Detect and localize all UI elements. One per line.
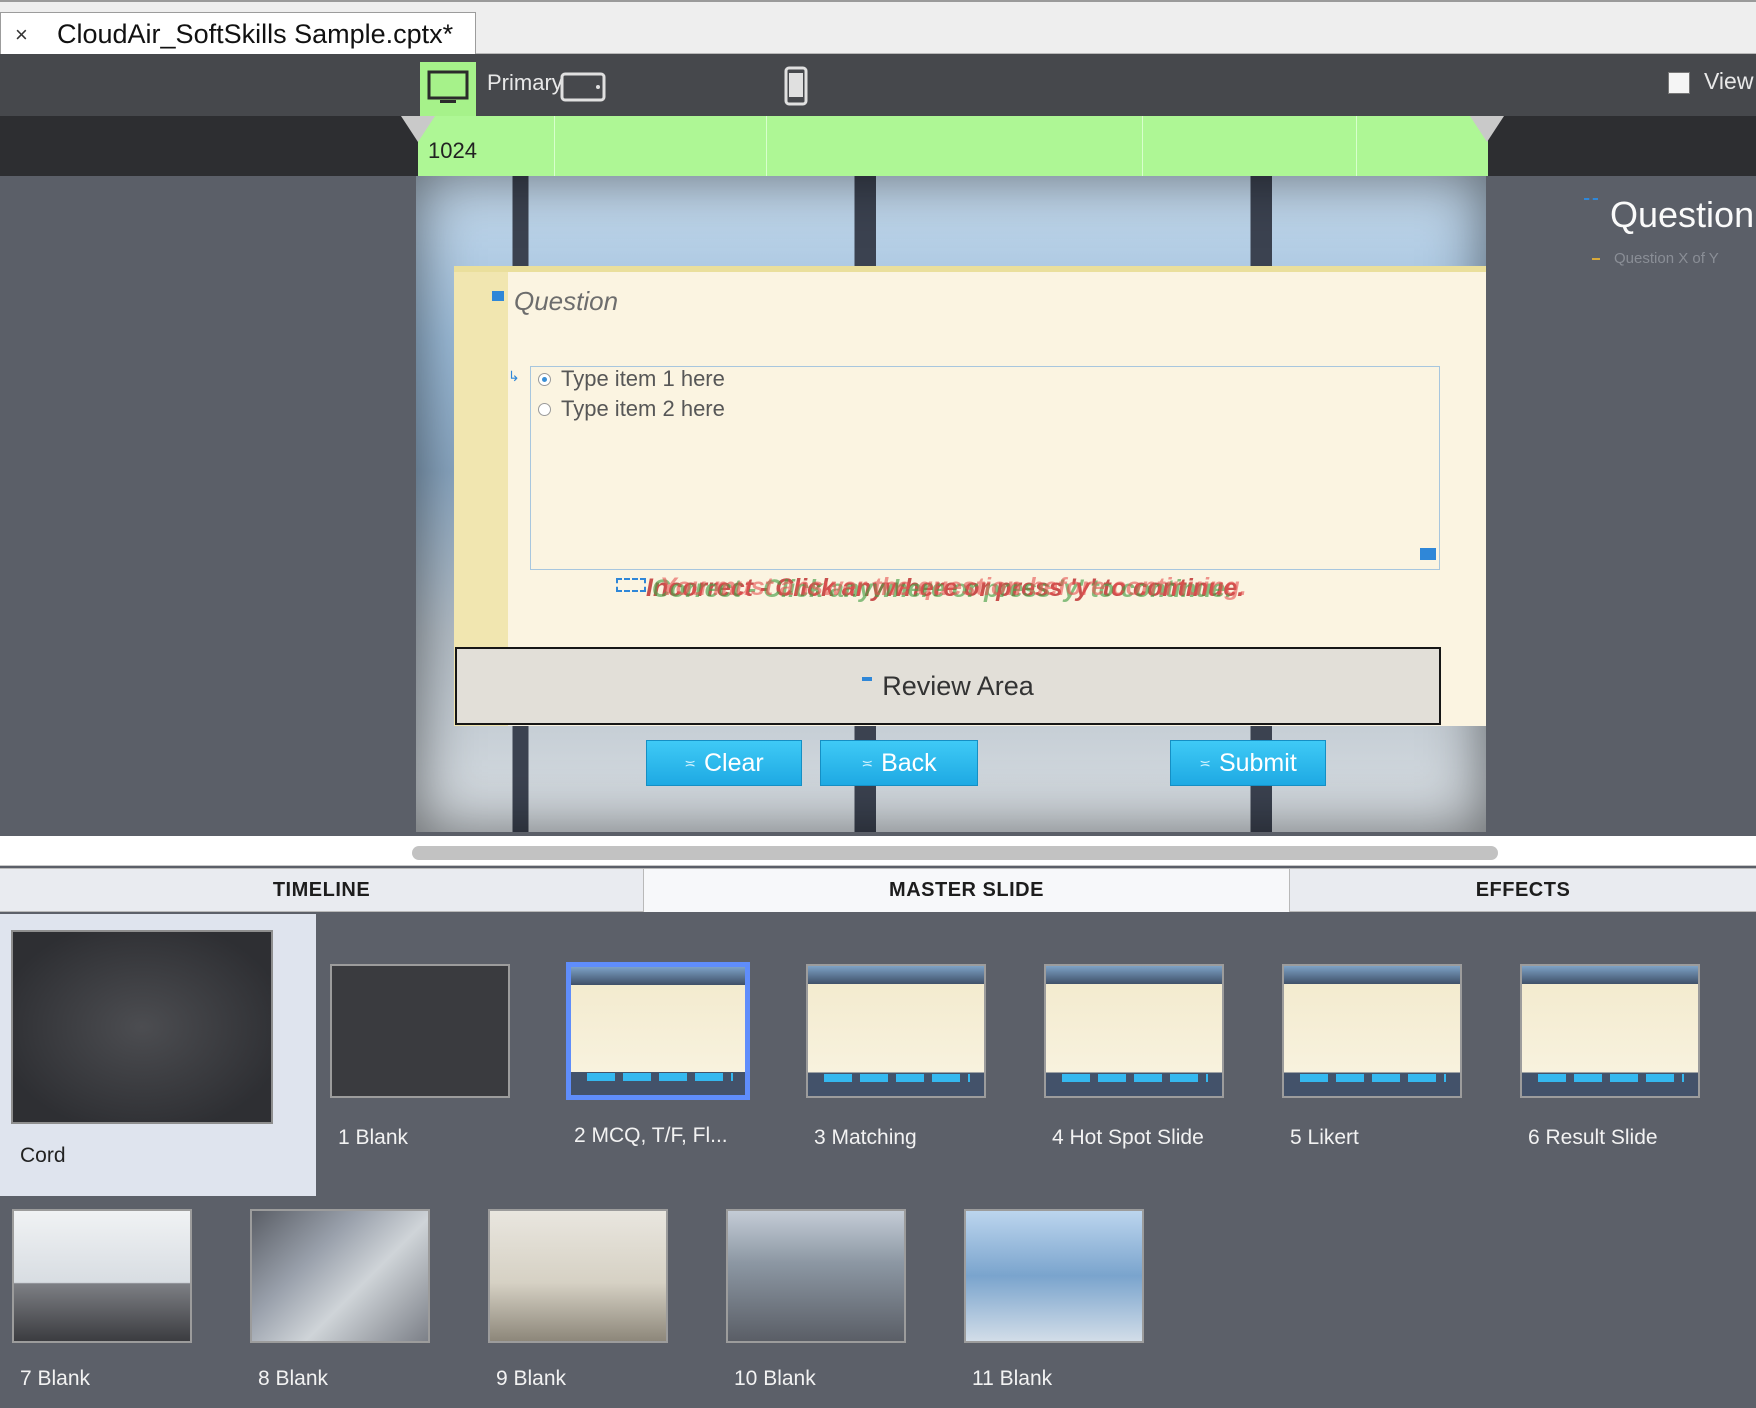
submit-button[interactable]: ≍ Submit [1170, 740, 1326, 786]
scrollbar-thumb[interactable] [412, 846, 1498, 860]
layout-label: 1 Blank [338, 1126, 409, 1149]
caption-marker-icon [616, 578, 646, 592]
slide-stage: Question ↳ Type item 1 here Type item 2 … [0, 176, 1756, 836]
layout-thumbnail[interactable]: 5 Likert [1282, 964, 1462, 1150]
layout-label: 7 Blank [20, 1367, 91, 1390]
tablet-view-button[interactable] [560, 72, 606, 107]
layout-preview[interactable] [806, 964, 986, 1098]
object-marker-icon [1584, 198, 1598, 206]
primary-device-label: Primary [487, 70, 563, 95]
layout-preview[interactable] [12, 1209, 192, 1343]
layout-label: 10 Blank [734, 1367, 816, 1390]
answer-item-2[interactable]: Type item 2 here [538, 396, 725, 422]
ruler-tick [1142, 116, 1143, 176]
layout-preview[interactable] [330, 964, 510, 1098]
tab-timeline[interactable]: TIMELINE [0, 869, 643, 912]
clear-button[interactable]: ≍ Clear [646, 740, 802, 786]
layout-thumbnail[interactable]: 6 Result Slide [1520, 964, 1700, 1150]
review-area[interactable]: Review Area [455, 647, 1441, 725]
layout-label: 5 Likert [1290, 1126, 1359, 1149]
layout-thumbnail[interactable]: 1 Blank [330, 964, 510, 1150]
object-marker-icon [862, 677, 873, 681]
bottom-panel-tabs: TIMELINE MASTER SLIDE EFFECTS [0, 868, 1756, 912]
incomplete-caption: You must answer the question before cont… [660, 573, 1247, 601]
resize-handle-icon[interactable] [1420, 548, 1436, 560]
horizontal-scrollbar[interactable] [0, 836, 1756, 866]
tab-label: TIMELINE [272, 879, 371, 901]
layout-label: 6 Result Slide [1528, 1126, 1658, 1149]
radio-icon[interactable] [538, 402, 551, 416]
right-breakpoint-marker[interactable] [1470, 116, 1504, 142]
layout-thumbnail[interactable]: 9 Blank [488, 1209, 668, 1391]
tab-effects[interactable]: EFFECTS [1290, 869, 1756, 912]
breakpoint-ruler: 1024 [0, 116, 1756, 176]
master-slide-panel: Cord 1 Blank 2 MCQ, T/F, Fl... 3 Matchin… [0, 912, 1756, 1408]
clear-button-label: Clear [703, 748, 764, 777]
layout-thumbnail[interactable]: 4 Hot Spot Slide [1044, 964, 1224, 1150]
document-tab[interactable]: × CloudAir_SoftSkills Sample.cptx* [0, 12, 476, 56]
layout-label: 8 Blank [258, 1367, 329, 1390]
object-marker-icon [492, 291, 504, 301]
submit-button-label: Submit [1218, 748, 1297, 777]
layout-label: 9 Blank [496, 1367, 567, 1390]
offstage-question-counter[interactable]: Question X of Y [1614, 250, 1719, 267]
master-slide-thumbnail[interactable] [11, 930, 273, 1124]
ruler-tick [554, 116, 555, 176]
layout-preview[interactable] [726, 1209, 906, 1343]
primary-breakpoint-range [418, 116, 1488, 176]
document-tab-bar: × CloudAir_SoftSkills Sample.cptx* [0, 0, 1756, 56]
tablet-icon [560, 72, 606, 102]
view-checkbox[interactable] [1668, 72, 1690, 94]
offstage-question-title[interactable]: Question [1610, 194, 1754, 236]
layout-preview[interactable] [1282, 964, 1462, 1098]
answer-item-1[interactable]: Type item 1 here [538, 366, 725, 392]
layout-preview[interactable] [488, 1209, 668, 1343]
device-toolbar: Primary View [0, 54, 1756, 116]
layout-preview[interactable] [964, 1209, 1144, 1343]
layout-thumbnail[interactable]: 7 Blank [12, 1209, 192, 1391]
back-button[interactable]: ≍ Back [820, 740, 978, 786]
layout-preview[interactable] [566, 962, 750, 1100]
view-checkbox-label: View [1704, 68, 1754, 94]
answer-group-marker-icon: ↳ [508, 368, 520, 384]
layout-label: 11 Blank [972, 1367, 1053, 1390]
layout-preview[interactable] [250, 1209, 430, 1343]
tab-label: MASTER SLIDE [889, 879, 1044, 901]
slide-canvas[interactable]: Question ↳ Type item 1 here Type item 2 … [416, 176, 1486, 832]
button-marker-icon: ≍ [861, 754, 874, 771]
radio-selected-icon[interactable] [538, 372, 551, 386]
object-marker-icon [1592, 258, 1600, 260]
question-title[interactable]: Question [514, 286, 618, 317]
tab-master-slide[interactable]: MASTER SLIDE [643, 869, 1290, 912]
layout-label: 4 Hot Spot Slide [1052, 1126, 1204, 1149]
layout-preview[interactable] [1044, 964, 1224, 1098]
layout-thumbnail[interactable]: 2 MCQ, T/F, Fl... [566, 962, 750, 1148]
layout-label: 2 MCQ, T/F, Fl... [574, 1124, 728, 1147]
button-marker-icon: ≍ [684, 754, 696, 771]
layout-thumbnail[interactable]: 11 Blank [964, 1209, 1144, 1391]
desktop-view-button[interactable] [420, 62, 476, 116]
main-master-slide[interactable]: Cord [0, 914, 316, 1196]
layout-thumbnail[interactable]: 8 Blank [250, 1209, 430, 1391]
answer-item-label: Type item 2 here [561, 396, 725, 421]
ruler-tick [1356, 116, 1357, 176]
phone-view-button[interactable] [784, 66, 808, 111]
review-area-label: Review Area [882, 670, 1034, 701]
layout-thumbnail[interactable]: 10 Blank [726, 1209, 906, 1391]
phone-icon [784, 66, 808, 106]
button-marker-icon: ≍ [1199, 754, 1211, 771]
document-tab-title: CloudAir_SoftSkills Sample.cptx* [57, 19, 454, 49]
layout-thumbnail[interactable]: 3 Matching [806, 964, 986, 1150]
close-tab-icon[interactable]: × [15, 22, 39, 48]
back-button-label: Back [881, 748, 937, 777]
tab-label: EFFECTS [1475, 879, 1571, 901]
desktop-icon [427, 70, 469, 103]
breakpoint-width: 1024 [428, 138, 477, 163]
layout-preview[interactable] [1520, 964, 1700, 1098]
ruler-tick [766, 116, 767, 176]
answer-item-label: Type item 1 here [561, 366, 725, 391]
master-slide-label: Cord [20, 1144, 66, 1167]
layout-label: 3 Matching [814, 1126, 917, 1149]
